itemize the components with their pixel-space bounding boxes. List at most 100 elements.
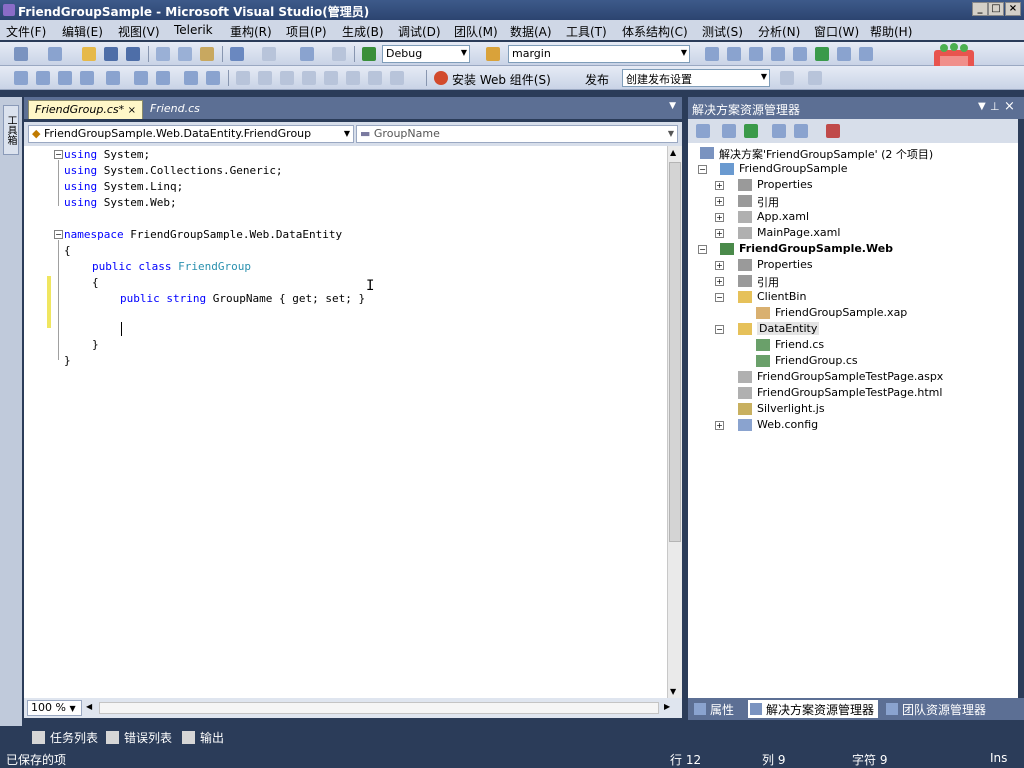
parameter-info-icon[interactable] — [36, 71, 50, 85]
install-web-icon[interactable] — [434, 71, 448, 85]
menu-telerik[interactable]: Telerik — [174, 23, 213, 37]
cut-icon[interactable] — [156, 47, 170, 61]
auto-hide-icon[interactable]: ⊥ — [990, 100, 1000, 113]
expander-web-config[interactable]: + — [715, 421, 724, 430]
redo-icon[interactable] — [262, 47, 276, 61]
expander-dataentity[interactable]: − — [715, 325, 724, 334]
tab-friendgroup-cs[interactable]: FriendGroup.cs* × — [28, 100, 144, 119]
solution-configuration-select[interactable]: Debug ▼ — [382, 45, 470, 63]
copy-icon[interactable] — [178, 47, 192, 61]
tab-list-icon[interactable]: ▼ — [669, 101, 676, 111]
indent-icon[interactable] — [134, 71, 148, 85]
menu-help[interactable]: 帮助(H) — [870, 23, 912, 40]
start-page-icon[interactable] — [815, 47, 829, 61]
navigate-back-icon[interactable] — [300, 47, 314, 61]
code-editor[interactable]: − − using System; using System.Collectio… — [24, 146, 667, 698]
bookmark-window-icon[interactable] — [302, 71, 316, 85]
add-item-icon[interactable] — [48, 47, 62, 61]
uncomment-icon[interactable] — [184, 71, 198, 85]
clear-bookmarks-icon[interactable] — [280, 71, 294, 85]
window-position-icon[interactable]: ▼ — [978, 101, 986, 112]
save-all-icon[interactable] — [126, 47, 140, 61]
close-panel-icon[interactable]: × — [1004, 99, 1015, 114]
menu-view[interactable]: 视图(V) — [118, 23, 160, 40]
undo-icon[interactable] — [230, 47, 244, 61]
quick-info-icon[interactable] — [58, 71, 72, 85]
solution-explorer-icon[interactable] — [727, 47, 741, 61]
menu-project[interactable]: 项目(P) — [286, 23, 327, 40]
bookmark-icon[interactable] — [206, 71, 220, 85]
maximize-button[interactable]: □ — [988, 2, 1004, 16]
navigate-forward-icon[interactable] — [332, 47, 346, 61]
members-combo[interactable]: ▬ GroupName ▼ — [356, 125, 678, 143]
menu-edit[interactable]: 编辑(E) — [62, 23, 103, 40]
comment-icon[interactable] — [156, 71, 170, 85]
expander-mainpage-xaml[interactable]: + — [715, 229, 724, 238]
menu-team[interactable]: 团队(M) — [454, 23, 498, 40]
prev-bookmark-icon[interactable] — [236, 71, 250, 85]
tab-properties[interactable]: 属性 — [692, 700, 738, 718]
tab-solution-explorer[interactable]: 解决方案资源管理器 — [748, 700, 879, 718]
outdent-icon[interactable] — [106, 71, 120, 85]
menu-refactor[interactable]: 重构(R) — [230, 23, 272, 40]
toolbox-tab[interactable]: 工具箱 — [3, 105, 19, 155]
uncomment-lines-icon[interactable] — [390, 71, 404, 85]
tab-task-list[interactable]: 任务列表 — [32, 729, 98, 746]
toolbox-icon[interactable] — [793, 47, 807, 61]
scroll-up-icon[interactable]: ▲ — [670, 148, 676, 157]
open-file-icon[interactable] — [82, 47, 96, 61]
expander-project-2[interactable]: − — [698, 245, 707, 254]
scroll-right-icon[interactable]: ▶ — [664, 702, 670, 711]
find-combo[interactable]: margin ▼ — [508, 45, 690, 63]
fold-toggle-namespace[interactable]: − — [54, 230, 63, 239]
next-bookmark-icon[interactable] — [258, 71, 272, 85]
show-all-files-icon[interactable] — [722, 124, 736, 138]
command-window-icon[interactable] — [859, 47, 873, 61]
word-completion-icon[interactable] — [80, 71, 94, 85]
menu-analyze[interactable]: 分析(N) — [758, 23, 800, 40]
expander-project-1[interactable]: − — [698, 165, 707, 174]
editor-horizontal-scrollbar[interactable]: 100 % ▼ ◀ ▶ — [24, 698, 682, 718]
menu-file[interactable]: 文件(F) — [6, 23, 46, 40]
find-in-files-icon[interactable] — [486, 47, 500, 61]
view-code-icon[interactable] — [772, 124, 786, 138]
menu-tools[interactable]: 工具(T) — [566, 23, 607, 40]
class-diagram-icon[interactable] — [826, 124, 840, 138]
new-project-icon[interactable] — [14, 47, 28, 61]
tab-output[interactable]: 输出 — [182, 729, 224, 746]
editor-vertical-scrollbar[interactable]: ▲ ▼ — [667, 146, 682, 698]
expander-references-2[interactable]: + — [715, 277, 724, 286]
view-designer-icon[interactable] — [794, 124, 808, 138]
expander-properties-1[interactable]: + — [715, 181, 724, 190]
paste-icon[interactable] — [200, 47, 214, 61]
menu-test[interactable]: 测试(S) — [702, 23, 743, 40]
publish-profile-select[interactable]: 创建发布设置 ▼ — [622, 69, 770, 87]
properties-icon[interactable] — [749, 47, 763, 61]
scroll-left-icon[interactable]: ◀ — [86, 702, 92, 711]
zoom-combo[interactable]: 100 % ▼ — [27, 700, 82, 716]
expander-references-1[interactable]: + — [715, 197, 724, 206]
scroll-down-icon[interactable]: ▼ — [670, 687, 676, 696]
expander-properties-2[interactable]: + — [715, 261, 724, 270]
fold-toggle-usings[interactable]: − — [54, 150, 63, 159]
install-web-button[interactable]: 安装 Web 组件(S) — [452, 71, 551, 88]
types-combo[interactable]: ◆ FriendGroupSample.Web.DataEntity.Frien… — [28, 125, 354, 143]
properties-view-icon[interactable] — [696, 124, 710, 138]
tab-error-list[interactable]: 错误列表 — [106, 729, 172, 746]
menu-data[interactable]: 数据(A) — [510, 23, 552, 40]
hscroll-track[interactable] — [99, 702, 659, 714]
expander-clientbin[interactable]: − — [715, 293, 724, 302]
folder-bookmark-icon[interactable] — [346, 71, 360, 85]
minimize-button[interactable]: _ — [972, 2, 988, 16]
start-debugging-icon[interactable] — [362, 47, 376, 61]
toggle-bookmark-icon[interactable] — [324, 71, 338, 85]
extension-manager-icon[interactable] — [837, 47, 851, 61]
menu-architecture[interactable]: 体系结构(C) — [622, 23, 688, 40]
tab-friend-cs[interactable]: Friend.cs — [144, 100, 206, 119]
scroll-thumb[interactable] — [669, 162, 681, 542]
object-members-icon[interactable] — [14, 71, 28, 85]
menu-build[interactable]: 生成(B) — [342, 23, 384, 40]
menu-debug[interactable]: 调试(D) — [398, 23, 441, 40]
refresh-icon[interactable] — [744, 124, 758, 138]
comment-lines-icon[interactable] — [368, 71, 382, 85]
